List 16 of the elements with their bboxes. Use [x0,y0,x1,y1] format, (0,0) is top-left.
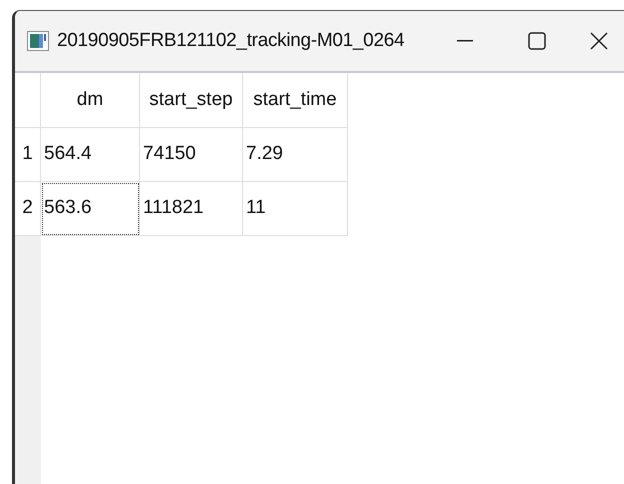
window-title: 20190905FRB121102_tracking-M01_0264 [57,28,404,53]
table-cell[interactable]: 11 [243,182,348,236]
table-cell[interactable]: 111821 [140,182,243,236]
close-icon [590,32,608,50]
column-header[interactable]: start_time [243,73,348,128]
column-header[interactable]: start_step [140,73,243,128]
table-cell[interactable]: 74150 [140,128,243,182]
minimize-icon [457,40,473,42]
table-cell[interactable]: 564.4 [41,128,140,182]
maximize-icon [528,32,546,50]
row-header[interactable]: 1 [15,128,41,182]
column-header[interactable]: dm [41,73,140,128]
table-cell[interactable]: 7.29 [243,128,348,182]
table-cell[interactable]: 563.6 [41,182,140,236]
app-icon [27,31,49,51]
row-header[interactable]: 2 [15,182,41,236]
